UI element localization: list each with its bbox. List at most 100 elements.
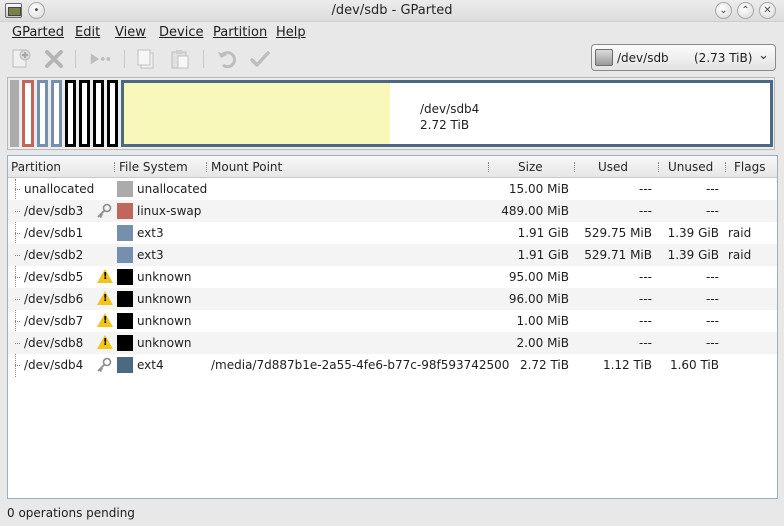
new-icon[interactable] bbox=[9, 47, 33, 71]
menu-device[interactable]: Device bbox=[159, 25, 203, 40]
cell-used: --- bbox=[639, 182, 652, 196]
close-button[interactable]: ✕ bbox=[759, 2, 776, 19]
filesystem-color-swatch bbox=[117, 313, 133, 329]
filesystem-color-swatch bbox=[117, 269, 133, 285]
cell-filesystem: linux-swap bbox=[137, 204, 202, 218]
column-resize-grip[interactable] bbox=[658, 162, 660, 172]
table-row[interactable]: /dev/sdb2 ext3 1.91 GiB 529.71 MiB 1.39 GiB r… bbox=[8, 244, 777, 266]
key-icon bbox=[96, 357, 112, 373]
table-row[interactable]: /dev/sdb3 linux-swap 489.00 MiB --- --- bbox=[8, 200, 777, 222]
cell-used: --- bbox=[639, 336, 652, 350]
cell-partition: unallocated bbox=[24, 182, 95, 196]
col-used[interactable]: Used bbox=[598, 160, 628, 174]
cell-unused: --- bbox=[706, 270, 719, 284]
cell-filesystem: unknown bbox=[137, 336, 192, 350]
col-partition[interactable]: Partition bbox=[11, 160, 61, 174]
table-row[interactable]: /dev/sdb8 unknown 2.00 MiB --- --- bbox=[8, 332, 777, 354]
status-bar: 0 operations pending bbox=[0, 503, 784, 526]
menu-gparted[interactable]: GParted bbox=[12, 25, 64, 40]
column-resize-grip[interactable] bbox=[114, 162, 116, 172]
cell-size: 1.91 GiB bbox=[517, 226, 569, 240]
tree-branch bbox=[15, 299, 20, 300]
key-icon bbox=[96, 203, 112, 219]
diskmap-label-size: 2.72 TiB bbox=[420, 118, 470, 132]
delete-icon[interactable] bbox=[42, 47, 66, 71]
table-row[interactable]: /dev/sdb6 unknown 96.00 MiB --- --- bbox=[8, 288, 777, 310]
tree-branch bbox=[15, 343, 20, 344]
cell-unused: --- bbox=[706, 314, 719, 328]
menu-edit[interactable]: Edit bbox=[75, 25, 100, 40]
table-row[interactable]: /dev/sdb1 ext3 1.91 GiB 529.75 MiB 1.39 GiB r… bbox=[8, 222, 777, 244]
minimize-button[interactable]: ⌄ bbox=[715, 2, 732, 19]
diskmap-sdb2[interactable] bbox=[51, 80, 62, 147]
column-resize-grip[interactable] bbox=[725, 162, 727, 172]
cell-unused: --- bbox=[706, 182, 719, 196]
copy-icon[interactable] bbox=[134, 47, 158, 71]
cell-unused: 1.39 GiB bbox=[667, 248, 719, 262]
paste-icon[interactable] bbox=[168, 47, 192, 71]
table-row[interactable]: /dev/sdb4 ext4/media/7d887b1e-2a55-4fe6-b… bbox=[8, 354, 777, 376]
diskmap-sdb4[interactable]: /dev/sdb4 2.72 TiB bbox=[121, 80, 773, 147]
diskmap-label: /dev/sdb4 2.72 TiB bbox=[420, 101, 479, 133]
cell-unused: --- bbox=[706, 336, 719, 350]
cell-filesystem: unknown bbox=[137, 270, 192, 284]
col-mountpoint[interactable]: Mount Point bbox=[211, 160, 282, 174]
toolbar-separator bbox=[203, 50, 204, 68]
title-bar: • /dev/sdb - GParted ⌄ ⌃ ✕ bbox=[0, 0, 784, 22]
resize-move-icon[interactable] bbox=[88, 47, 112, 71]
diskmap-sdb8[interactable] bbox=[107, 80, 118, 147]
table-row[interactable]: /dev/sdb7 unknown 1.00 MiB --- --- bbox=[8, 310, 777, 332]
menu-help[interactable]: Help bbox=[276, 25, 306, 40]
filesystem-color-swatch bbox=[117, 203, 133, 219]
col-size[interactable]: Size bbox=[518, 160, 543, 174]
col-filesystem[interactable]: File System bbox=[119, 160, 188, 174]
col-unused[interactable]: Unused bbox=[668, 160, 713, 174]
toolbar-separator bbox=[124, 50, 125, 68]
toolbar-separator bbox=[75, 50, 76, 68]
filesystem-color-swatch bbox=[117, 181, 133, 197]
cell-partition: /dev/sdb8 bbox=[24, 336, 84, 350]
warning-icon bbox=[97, 335, 113, 349]
cell-size: 2.00 MiB bbox=[516, 336, 569, 350]
cell-filesystem: ext4 bbox=[137, 358, 164, 372]
column-resize-grip[interactable] bbox=[574, 162, 576, 172]
tree-branch bbox=[15, 277, 20, 278]
tree-branch bbox=[15, 365, 20, 366]
harddisk-icon bbox=[595, 49, 613, 66]
cell-partition: /dev/sdb3 bbox=[24, 204, 84, 218]
undo-icon[interactable] bbox=[215, 47, 239, 71]
warning-icon bbox=[97, 313, 113, 327]
cell-used: 1.12 TiB bbox=[602, 358, 652, 372]
diskmap-sdb1[interactable] bbox=[37, 80, 48, 147]
cell-unused: --- bbox=[706, 204, 719, 218]
cell-flags: raid bbox=[728, 248, 752, 262]
filesystem-color-swatch bbox=[117, 247, 133, 263]
cell-partition: /dev/sdb7 bbox=[24, 314, 84, 328]
cell-filesystem: unknown bbox=[137, 292, 192, 306]
menu-partition[interactable]: Partition bbox=[213, 25, 267, 40]
cell-size: 1.00 MiB bbox=[516, 314, 569, 328]
table-row[interactable]: /dev/sdb5 unknown 95.00 MiB --- --- bbox=[8, 266, 777, 288]
cell-mountpoint: /media/7d887b1e-2a55-4fe6-b77c-98f593742… bbox=[211, 358, 510, 372]
column-resize-grip[interactable] bbox=[488, 162, 490, 172]
apply-icon[interactable] bbox=[248, 47, 272, 71]
disk-map: /dev/sdb4 2.72 TiB bbox=[7, 77, 775, 150]
diskmap-sdb7[interactable] bbox=[93, 80, 104, 147]
filesystem-color-swatch bbox=[117, 335, 133, 351]
menu-view[interactable]: View bbox=[115, 25, 146, 40]
diskmap-unallocated[interactable] bbox=[10, 80, 19, 147]
tree-branch bbox=[15, 255, 20, 256]
device-size: (2.73 TiB) bbox=[694, 51, 753, 65]
device-selector[interactable]: /dev/sdb (2.73 TiB) ⌄ bbox=[591, 44, 776, 71]
table-row[interactable]: unallocated unallocated 15.00 MiB --- --- bbox=[8, 178, 777, 200]
diskmap-sdb5[interactable] bbox=[65, 80, 76, 147]
cell-size: 96.00 MiB bbox=[508, 292, 569, 306]
col-flags[interactable]: Flags bbox=[734, 160, 765, 174]
diskmap-sdb6[interactable] bbox=[79, 80, 90, 147]
maximize-button[interactable]: ⌃ bbox=[737, 2, 754, 19]
filesystem-color-swatch bbox=[117, 357, 133, 373]
diskmap-label-name: /dev/sdb4 bbox=[420, 102, 480, 116]
column-resize-grip[interactable] bbox=[206, 162, 208, 172]
diskmap-sdb3[interactable] bbox=[22, 80, 34, 147]
cell-filesystem: ext3 bbox=[137, 248, 164, 262]
